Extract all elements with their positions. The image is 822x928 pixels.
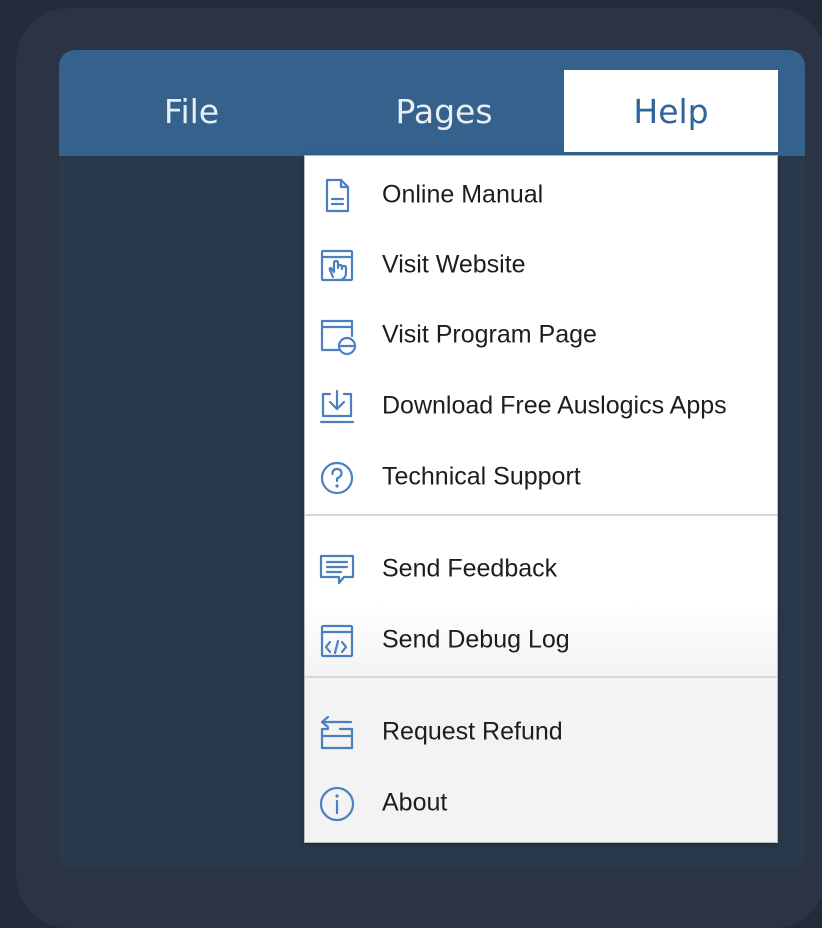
download-icon <box>319 389 355 424</box>
browser-hand-icon <box>320 249 354 282</box>
menu-item-send-debug-log[interactable]: Send Debug Log <box>305 609 777 671</box>
menu-item-label: Request Refund <box>382 717 563 746</box>
code-window-icon <box>320 624 354 658</box>
menu-item-visit-program-page[interactable]: Visit Program Page <box>305 304 777 366</box>
menu-tab-help[interactable]: Help <box>564 70 778 152</box>
menu-item-label: Download Free Auslogics Apps <box>382 391 727 420</box>
menu-item-send-feedback[interactable]: Send Feedback <box>305 538 777 600</box>
menu-item-technical-support[interactable]: Technical Support <box>305 446 777 508</box>
menu-item-label: Send Debug Log <box>382 625 570 654</box>
menubar: File Pages Help <box>59 50 805 156</box>
menu-tab-file[interactable]: File <box>59 70 324 152</box>
menu-item-download-apps[interactable]: Download Free Auslogics Apps <box>305 375 777 437</box>
refund-icon <box>320 715 354 750</box>
menu-item-label: Send Feedback <box>382 554 558 583</box>
menu-item-label: Technical Support <box>382 462 581 491</box>
menu-item-label: About <box>382 788 448 817</box>
menu-item-label: Visit Website <box>382 250 526 279</box>
menu-item-online-manual[interactable]: Online Manual <box>305 164 777 226</box>
info-icon <box>319 786 355 822</box>
document-icon <box>325 178 350 213</box>
menu-tab-pages[interactable]: Pages <box>324 70 564 152</box>
menu-item-visit-website[interactable]: Visit Website <box>305 234 777 296</box>
feedback-icon <box>319 554 355 585</box>
help-dropdown-menu: Online Manual Visit Website Visit Progra… <box>304 155 778 843</box>
question-icon <box>320 461 354 495</box>
browser-globe-icon <box>320 319 357 356</box>
menu-item-about[interactable]: About <box>305 772 777 834</box>
menu-item-request-refund[interactable]: Request Refund <box>305 701 777 763</box>
menu-item-label: Online Manual <box>382 180 544 209</box>
menu-item-label: Visit Program Page <box>382 320 597 349</box>
